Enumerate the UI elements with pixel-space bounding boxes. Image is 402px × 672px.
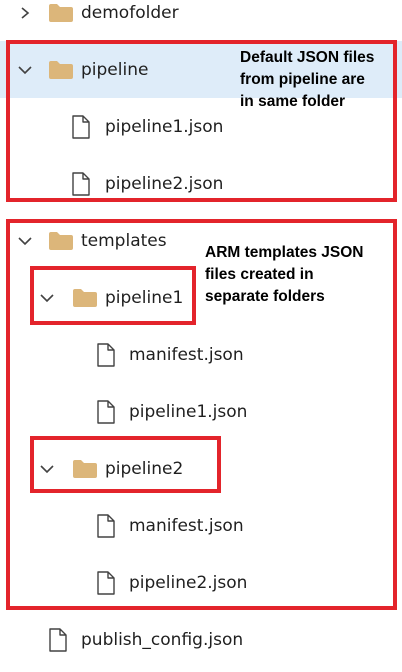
file-icon (97, 570, 115, 595)
annotation-note-1: Default JSON files from pipeline are in … (240, 49, 375, 110)
tree-file-manifest-json[interactable]: manifest.json (0, 326, 402, 383)
tree-item-label: pipeline2 (105, 458, 184, 479)
folder-icon (49, 60, 73, 79)
folder-icon (73, 288, 97, 307)
file-icon (97, 513, 115, 538)
file-icon (72, 114, 90, 139)
tree-item-label: manifest.json (129, 344, 244, 365)
chevron-down-icon[interactable] (39, 292, 55, 304)
chevron-down-icon[interactable] (17, 64, 33, 76)
tree-item-label: pipeline1 (105, 287, 184, 308)
tree-item-label: pipeline1.json (105, 116, 224, 137)
tree-item-label: publish_config.json (81, 629, 244, 650)
tree-item-label: pipeline1.json (129, 401, 248, 422)
folder-icon (73, 459, 97, 478)
tree-folder-demofolder[interactable]: demofolder (0, 0, 402, 41)
tree-item-label: templates (81, 230, 167, 251)
tree-file-pipeline2-json[interactable]: pipeline2.json (0, 155, 402, 212)
tree-item-label: pipeline2.json (105, 173, 224, 194)
tree-file-manifest-json[interactable]: manifest.json (0, 497, 402, 554)
file-icon (97, 342, 115, 367)
tree-item-label: pipeline (81, 59, 149, 80)
file-icon (72, 171, 90, 196)
tree-file-pipeline2-json[interactable]: pipeline2.json (0, 554, 402, 611)
chevron-right-icon[interactable] (19, 6, 31, 20)
folder-icon (49, 3, 73, 22)
tree-file-publish-config-json[interactable]: publish_config.json (0, 611, 402, 668)
file-icon (97, 399, 115, 424)
file-icon (49, 627, 67, 652)
chevron-down-icon[interactable] (39, 463, 55, 475)
tree-folder-pipeline2[interactable]: pipeline2 (0, 440, 402, 497)
tree-item-label: demofolder (81, 2, 179, 23)
chevron-down-icon[interactable] (17, 235, 33, 247)
tree-item-label: manifest.json (129, 515, 244, 536)
annotation-note-2: ARM templates JSON files created in sepa… (205, 244, 364, 305)
folder-icon (49, 231, 73, 250)
tree-item-label: pipeline2.json (129, 572, 248, 593)
tree-file-pipeline1-json[interactable]: pipeline1.json (0, 383, 402, 440)
